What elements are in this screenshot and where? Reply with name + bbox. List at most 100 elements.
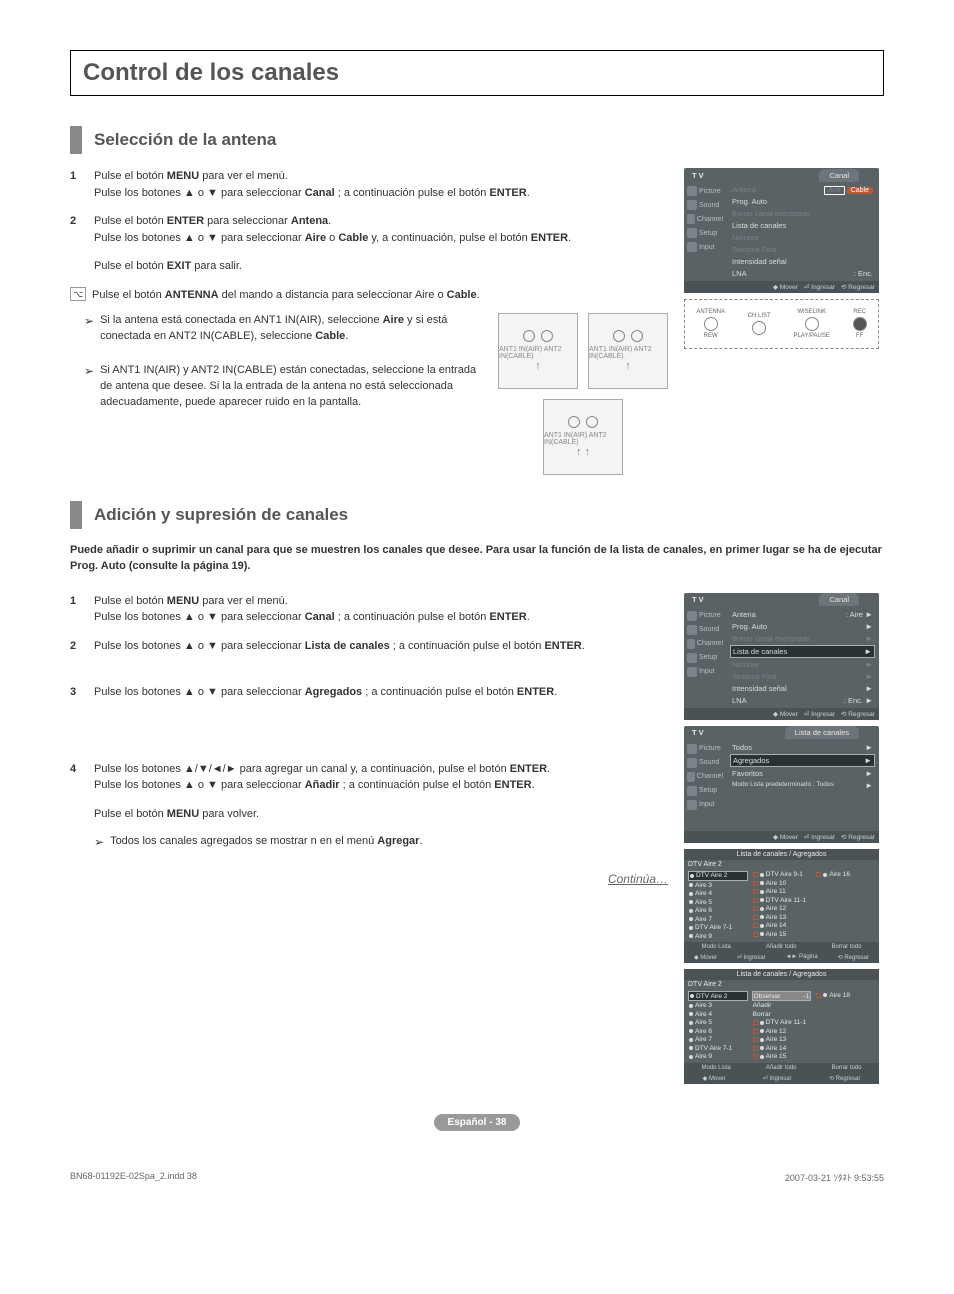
remote-diagram: ANTENNAREW CH LIST WISELINKPLAY/PAUSE RE…	[684, 299, 879, 349]
foot: Ingresar	[770, 1076, 792, 1082]
step-number: 2	[70, 638, 94, 655]
ch-item: Aire 15	[766, 931, 787, 938]
osd-opt-aire: Aire	[824, 186, 844, 195]
text: Pulse el botón	[92, 289, 165, 301]
foot: Mover	[700, 955, 717, 961]
text: ; a continuación pulse el botón	[335, 611, 490, 623]
ch-item: DTV Aire 2	[696, 872, 727, 879]
kw: Lista de canales	[305, 640, 390, 652]
text: para ver el menú.	[199, 595, 288, 607]
text: Todos los canales agregados se mostrar n…	[110, 835, 377, 847]
kw: ENTER	[544, 640, 581, 652]
chlist-title: Lista de canales / Agregados	[684, 849, 879, 860]
remote-rew: REW	[704, 333, 718, 339]
foot: Mover	[709, 1076, 726, 1082]
ch-item: Aire 15	[766, 1053, 787, 1060]
foot: Mover	[780, 711, 798, 718]
section-antenna-title: Selección de la antena	[70, 126, 884, 154]
kw: Canal	[305, 611, 335, 623]
osd-channel-list-1: Lista de canales / Agregados DTV Aire 2 …	[684, 849, 879, 964]
kw-enter: ENTER	[489, 187, 526, 199]
kw: Agregados	[305, 686, 362, 698]
osd-side-sound: Sound	[699, 202, 719, 209]
osd-side-item: Input	[699, 801, 715, 808]
osd-item: Antena	[732, 610, 756, 619]
kw: Cable	[447, 289, 477, 301]
osd-tv-label: T V	[684, 169, 712, 182]
osd-item: Nombre	[732, 233, 759, 242]
tip-arrow-icon: ➢	[94, 834, 104, 851]
kw: Cable	[338, 232, 368, 244]
text: para salir.	[191, 260, 242, 272]
kw: ENTER	[489, 611, 526, 623]
osd-item: Prog. Auto	[732, 622, 767, 631]
ch-item: Aire 12	[766, 905, 787, 912]
kw-canal: Canal	[305, 187, 335, 199]
osd-side-channel: Channel	[697, 216, 723, 223]
kw: Aire	[305, 232, 326, 244]
osd-sidebar: Picture Sound Channel Setup Input	[684, 182, 726, 281]
kw-menu: MENU	[167, 170, 199, 182]
text: .	[345, 330, 348, 342]
tip-2: ➢Si ANT1 IN(AIR) y ANT2 IN(CABLE) están …	[84, 363, 484, 411]
osd-side-input: Input	[699, 244, 715, 251]
osd-item: Modo Lista predeterminado : Todos	[732, 781, 834, 790]
ch-item: DTV Aire 2	[696, 993, 727, 1000]
ch-item: DTV Aire 11-1	[766, 897, 806, 904]
remote-chlist: CH LIST	[748, 313, 771, 319]
osd-val: : Aire	[846, 610, 863, 619]
popup-anadir: Añadir	[753, 1002, 772, 1009]
osd-tab: Canal	[819, 169, 859, 182]
ch-item: Aire 13	[766, 914, 787, 921]
section-add-title: Adición y supresión de canales	[70, 501, 884, 529]
step-1: 1 Pulse el botón MENU para ver el menú. …	[70, 168, 668, 201]
text: Pulse el botón	[94, 260, 167, 272]
text: Si la antena está conectada en ANT1 IN(A…	[100, 314, 383, 326]
ch-item: Aire 6	[695, 907, 712, 914]
ch-item: Aire 12	[766, 1028, 787, 1035]
foot-regresar: Regresar	[848, 284, 875, 291]
antenna-diagram-1b: ANT1 IN(AIR) ANT2 IN(CABLE)↑	[588, 313, 668, 389]
osd-item: Intensidad señal	[732, 684, 787, 693]
foot: Ingresar	[811, 834, 835, 841]
chlist-col1: DTV Aire 2 Aire 3 Aire 4 Aire 5 Aire 6 A…	[688, 871, 748, 941]
text: o	[326, 232, 338, 244]
text: Pulse los botones ▲ o ▼ para seleccionar	[94, 640, 305, 652]
foot: Ingresar	[811, 711, 835, 718]
osd-side-picture: Picture	[699, 188, 721, 195]
text: .	[328, 215, 331, 227]
text: .	[547, 763, 550, 775]
foot: Borrar todo	[831, 1065, 861, 1071]
text: .	[568, 232, 571, 244]
chlist-header: DTV Aire 2	[684, 980, 879, 989]
kw-antena: Antena	[291, 215, 328, 227]
osd-item: Intensidad señal	[732, 257, 787, 266]
foot-mover: Mover	[780, 284, 798, 291]
text: ; a continuación pulse el botón	[390, 640, 545, 652]
text: ; a continuación pulse el botón	[362, 686, 517, 698]
osd-side-item: Sound	[699, 759, 719, 766]
osd-side-item: Setup	[699, 654, 717, 661]
osd-side-item: Picture	[699, 745, 721, 752]
ch-item: Aire 3	[695, 882, 712, 889]
ch-item: Aire 9	[695, 933, 712, 940]
doc-timestamp: 2007-03-21 ｿﾀﾈﾄ 9:53:55	[785, 1171, 884, 1184]
ch-item: Aire 7	[695, 916, 712, 923]
kw-enter: ENTER	[531, 232, 568, 244]
text: Pulse los botones ▲ o ▼ para seleccionar	[94, 779, 305, 791]
osd-item: Favoritos	[732, 769, 763, 778]
antenna-diagram-2: ANT1 IN(AIR) ANT2 IN(CABLE)↑ ↑	[543, 399, 623, 475]
text: Pulse los botones ▲ o ▼ para seleccionar	[94, 232, 305, 244]
text: para ver el menú.	[199, 170, 288, 182]
kw-exit: EXIT	[167, 260, 191, 272]
osd-item: Sintonía Fina	[732, 672, 776, 681]
text: .	[477, 289, 480, 301]
text: y, a continuación, pulse el botón	[368, 232, 530, 244]
osd-item: Lista de canales	[732, 221, 786, 230]
foot: Regresar	[848, 711, 875, 718]
osd-item-hl: Agregados	[733, 756, 769, 765]
kw: MENU	[167, 808, 199, 820]
add-step-1: 1 Pulse el botón MENU para ver el menú. …	[70, 593, 668, 626]
popup-observar: Observar	[754, 993, 781, 1000]
osd-item: Prog. Auto	[732, 197, 767, 206]
